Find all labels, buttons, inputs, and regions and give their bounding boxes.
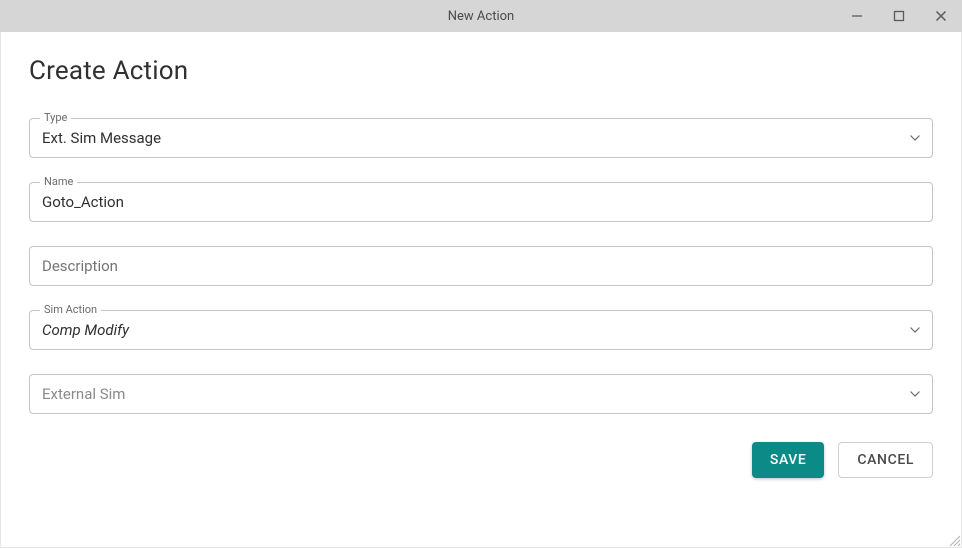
name-field: Name xyxy=(29,182,933,222)
chevron-down-icon xyxy=(910,327,920,333)
description-input-wrap xyxy=(29,246,933,286)
resize-grip-icon[interactable] xyxy=(947,533,961,547)
close-button[interactable] xyxy=(920,0,962,32)
name-label: Name xyxy=(40,175,77,188)
minimize-icon xyxy=(851,10,863,22)
sim-action-select[interactable]: Sim Action Comp Modify xyxy=(29,310,933,350)
description-field xyxy=(29,246,933,286)
close-icon xyxy=(935,10,947,22)
type-value: Ext. Sim Message xyxy=(42,129,902,147)
description-input[interactable] xyxy=(42,257,920,275)
window-title: New Action xyxy=(448,9,514,24)
window-titlebar: New Action xyxy=(0,0,962,32)
maximize-button[interactable] xyxy=(878,0,920,32)
sim-action-field: Sim Action Comp Modify xyxy=(29,310,933,350)
external-sim-select[interactable]: External Sim xyxy=(29,374,933,414)
maximize-icon xyxy=(893,10,905,22)
type-label: Type xyxy=(40,111,71,124)
page-title: Create Action xyxy=(29,56,933,86)
save-button[interactable]: SAVE xyxy=(752,442,825,478)
name-input[interactable] xyxy=(42,193,920,211)
window-controls xyxy=(836,0,962,32)
form-content: Create Action Type Ext. Sim Message Name xyxy=(1,32,961,518)
content-scroll-area[interactable]: Create Action Type Ext. Sim Message Name xyxy=(0,32,962,548)
sim-action-value: Comp Modify xyxy=(42,321,902,339)
external-sim-placeholder: External Sim xyxy=(42,385,902,403)
minimize-button[interactable] xyxy=(836,0,878,32)
sim-action-label: Sim Action xyxy=(40,303,101,316)
chevron-down-icon xyxy=(910,135,920,141)
name-input-wrap: Name xyxy=(29,182,933,222)
type-field: Type Ext. Sim Message xyxy=(29,118,933,158)
type-select[interactable]: Type Ext. Sim Message xyxy=(29,118,933,158)
action-buttons-row: SAVE CANCEL xyxy=(29,442,933,478)
external-sim-field: External Sim xyxy=(29,374,933,414)
cancel-button[interactable]: CANCEL xyxy=(838,442,933,478)
chevron-down-icon xyxy=(910,391,920,397)
